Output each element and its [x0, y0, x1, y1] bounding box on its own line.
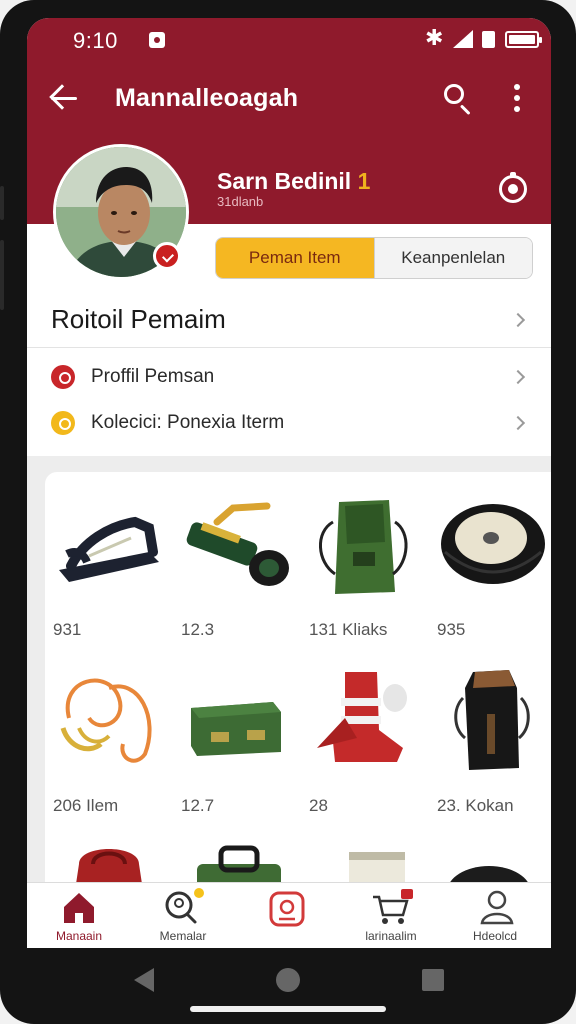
tire-icon	[441, 504, 545, 584]
grid-item[interactable]: 935	[429, 472, 551, 640]
profile-name-accent: 1	[357, 168, 371, 194]
tab-keanpenlelan[interactable]: Keanpenlelan	[373, 238, 532, 278]
back-button[interactable]	[45, 80, 85, 116]
grid-item[interactable]: 12.3	[173, 472, 297, 640]
gesture-bar	[190, 1006, 386, 1012]
system-navigation-bar	[0, 948, 576, 1024]
item-grid: 931 12.3 131 Kliaks 935 206 Ilem 12.7 28…	[45, 472, 551, 892]
boot-icon	[317, 672, 407, 762]
chevron-right-icon	[510, 312, 526, 328]
battery-icon	[505, 31, 542, 48]
nav-search[interactable]: Memalar	[131, 883, 235, 948]
item-caption: 12.7	[181, 796, 215, 815]
grid-item[interactable]: 206 Ilem	[45, 648, 169, 816]
nav-label: Memalar	[159, 929, 207, 943]
case-icon	[191, 702, 281, 756]
nav-home[interactable]: Manaain	[27, 883, 131, 948]
nav-cart[interactable]: larinaalim	[339, 883, 443, 948]
search-icon	[444, 84, 464, 104]
search-nav-icon	[165, 888, 204, 924]
list-item-label: Proffil Pemsan	[91, 366, 215, 387]
tool-icon	[186, 502, 289, 586]
sandal-icon	[59, 516, 159, 582]
nav-label: larinaalim	[365, 929, 417, 943]
rope-icon	[60, 678, 152, 763]
item-caption: 28	[309, 796, 328, 815]
section-title: Roitoil Pemaim	[51, 304, 226, 334]
cart-icon	[373, 889, 413, 924]
profile-subtitle: 31dlanb	[217, 194, 264, 209]
collection-icon	[51, 411, 75, 435]
person-icon	[480, 890, 514, 925]
sim-icon	[482, 31, 495, 48]
grid-item[interactable]: 131 Kliaks	[301, 472, 425, 640]
item-caption: 131 Kliaks	[309, 620, 388, 639]
app-bar: Mannalleoagah	[27, 74, 551, 122]
scan-icon	[269, 891, 305, 927]
phone-frame: 9:10 ✱ Mannalleoagah Sarn Bedinil 1 31dl…	[0, 0, 576, 1024]
grid-item[interactable]: 28	[301, 648, 425, 816]
status-bar: 9:10 ✱	[27, 18, 551, 62]
verified-badge-icon	[153, 242, 181, 270]
nav-scan[interactable]	[235, 883, 339, 948]
notification-icon	[149, 32, 165, 48]
chevron-right-icon	[510, 415, 526, 431]
power-button	[0, 240, 4, 310]
chevron-right-icon	[510, 369, 526, 385]
system-nav-icons	[134, 968, 444, 1012]
status-time: 9:10	[73, 28, 118, 53]
profile-name: Sarn Bedinil 1	[217, 168, 370, 195]
nav-profile[interactable]: Hdeolcd	[443, 883, 547, 948]
list-item-profile[interactable]: Proffil Pemsan	[27, 354, 551, 400]
grid-item[interactable]: 23. Kokan	[429, 648, 551, 816]
system-back-icon	[134, 968, 154, 992]
home-icon	[64, 893, 94, 923]
system-recents-icon	[422, 969, 444, 991]
item-caption: 935	[437, 620, 466, 639]
more-vert-icon	[514, 84, 520, 90]
nav-label: Hdeolcd	[472, 929, 518, 943]
section-header[interactable]: Roitoil Pemaim	[27, 292, 551, 348]
profile-icon	[51, 365, 75, 389]
profile-name-text: Sarn Bedinil	[217, 168, 352, 194]
segment-control: Peman Item Keanpenlelan	[215, 237, 533, 279]
item-caption: 23. Kokan	[437, 796, 514, 815]
signal-icon	[453, 30, 473, 48]
holster-icon	[454, 670, 530, 770]
bag-icon	[319, 500, 408, 594]
grid-item[interactable]: 931	[45, 472, 169, 640]
screen: 9:10 ✱ Mannalleoagah Sarn Bedinil 1 31dl…	[27, 18, 551, 948]
more-options-button[interactable]	[505, 80, 529, 116]
item-caption: 12.3	[181, 620, 215, 639]
bluetooth-icon: ✱	[425, 26, 444, 51]
search-button[interactable]	[439, 80, 479, 116]
grid-item[interactable]: 12.7	[173, 648, 297, 816]
bottom-nav: Manaain Memalar larinaalim Hdeolcd	[27, 882, 551, 948]
system-home-icon	[276, 968, 300, 992]
volume-button	[0, 186, 4, 220]
list-item-collection[interactable]: Kolecici: Ponexia Iterm	[27, 400, 551, 446]
list-item-label: Kolecici: Ponexia Iterm	[91, 412, 285, 433]
item-caption: 206 Ilem	[53, 796, 119, 815]
app-title: Mannalleoagah	[115, 84, 299, 112]
tab-peman-item[interactable]: Peman Item	[216, 238, 374, 278]
item-caption: 931	[53, 620, 82, 639]
profile-settings-button[interactable]	[497, 172, 531, 206]
nav-label: Manaain	[55, 929, 103, 943]
